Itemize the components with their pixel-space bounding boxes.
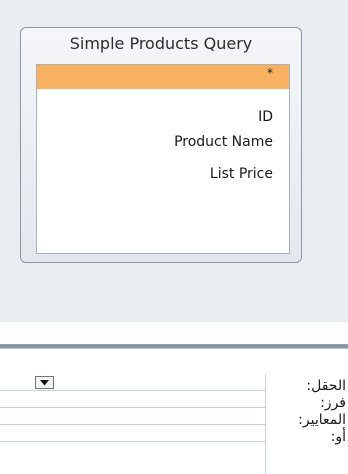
field-dropdown-button[interactable]: [35, 376, 54, 389]
row-label-criteria: المعايير:: [298, 412, 346, 428]
pane-splitter[interactable]: [0, 344, 348, 349]
query-design-pane: Simple Products Query * ID Product Name …: [0, 0, 348, 322]
field-list: * ID Product Name List Price: [36, 64, 290, 254]
grid-divider: [265, 374, 266, 474]
grid-row-criteria[interactable]: [0, 408, 265, 425]
grid-row-or[interactable]: [0, 425, 265, 442]
chevron-down-icon: [40, 380, 49, 386]
field-item-all[interactable]: *: [37, 65, 289, 89]
query-grid-pane: الحقل: فرز: المعايير: أو:: [0, 322, 348, 474]
row-label-field: الحقل:: [306, 378, 346, 394]
table-title[interactable]: Simple Products Query: [21, 34, 301, 58]
grid-row-sort[interactable]: [0, 391, 265, 408]
field-item-list-price[interactable]: List Price: [210, 166, 273, 182]
field-item-product-name[interactable]: Product Name: [174, 134, 273, 150]
row-label-or: أو:: [330, 429, 346, 445]
grid-row-field[interactable]: [0, 374, 265, 391]
row-label-sort: فرز:: [320, 395, 346, 411]
design-grid: [0, 374, 265, 474]
field-item-id[interactable]: ID: [258, 109, 273, 125]
table-field-list-window[interactable]: Simple Products Query * ID Product Name …: [20, 27, 302, 263]
